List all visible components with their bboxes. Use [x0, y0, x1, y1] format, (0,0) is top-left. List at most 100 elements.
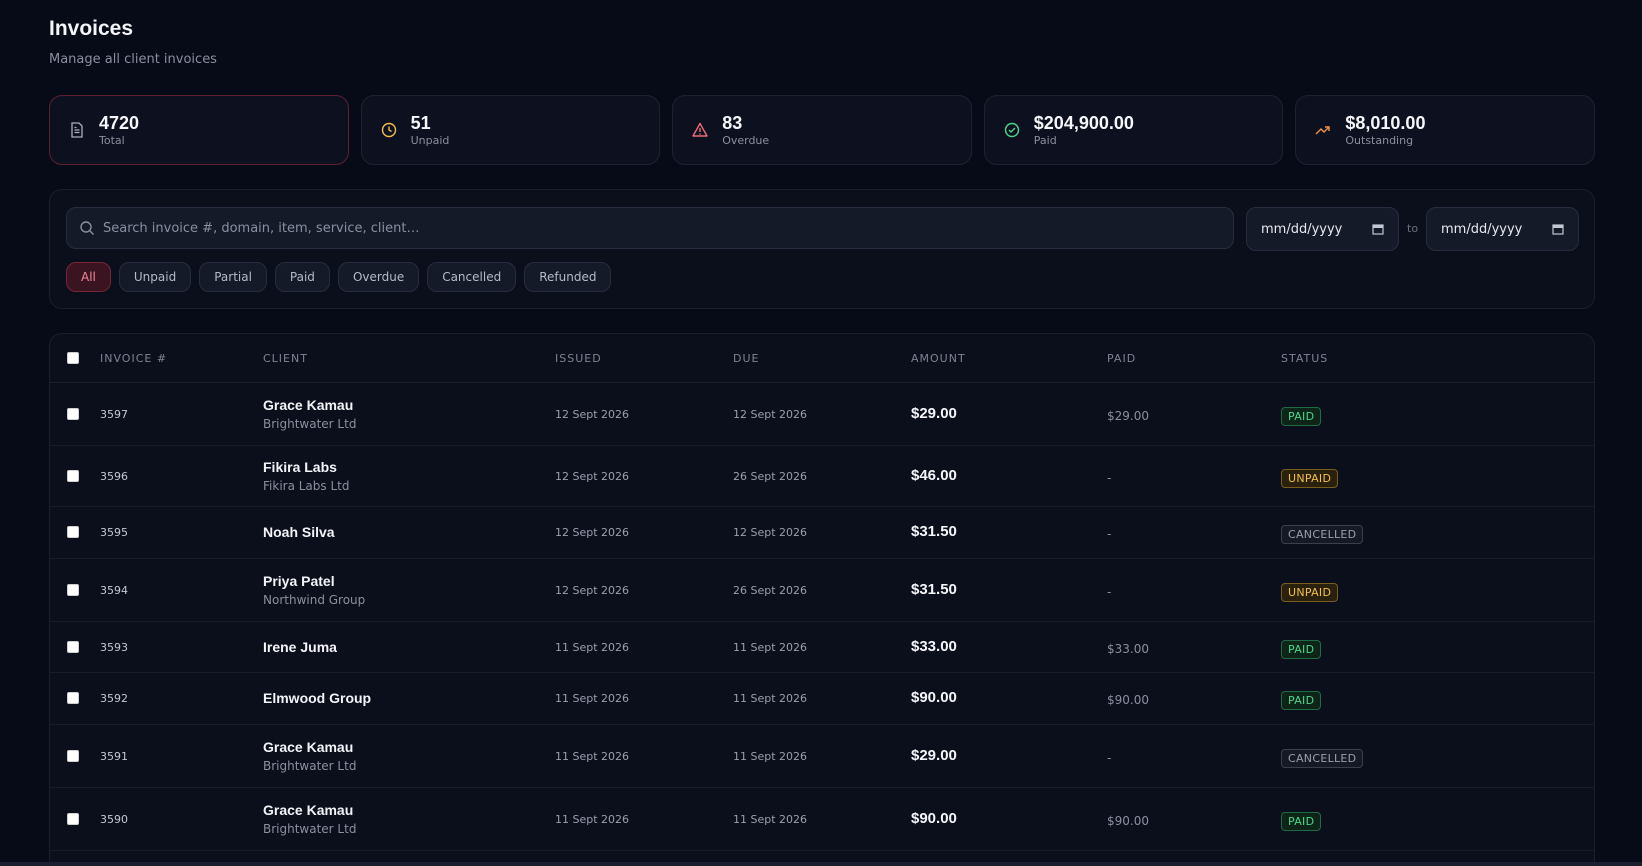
due-date: 11 Sept 2026	[733, 750, 808, 763]
invoice-number[interactable]: 3596	[100, 470, 128, 483]
table-row[interactable]: 3594 Priya Patel Northwind Group 12 Sept 20…	[50, 559, 1594, 622]
invoice-number[interactable]: 3595	[100, 526, 128, 539]
stat-value: 51	[410, 113, 431, 133]
clock-icon	[379, 120, 399, 140]
status-badge: PAID	[1281, 691, 1322, 710]
table-row[interactable]: 3596 Fikira Labs Fikira Labs Ltd 12 Sept 20…	[50, 446, 1594, 507]
issued-date: 11 Sept 2026	[555, 641, 630, 654]
stat-card-total[interactable]: 4720 Total	[49, 95, 349, 165]
row-checkbox[interactable]	[67, 584, 79, 596]
chip-cancelled[interactable]: Cancelled	[427, 262, 517, 292]
search-box[interactable]	[66, 207, 1234, 249]
chip-overdue[interactable]: Overdue	[337, 262, 420, 292]
amount: $31.50	[911, 523, 957, 540]
calendar-icon[interactable]	[1372, 223, 1384, 235]
chip-partial[interactable]: Partial	[199, 262, 267, 292]
horizontal-scrollbar[interactable]	[0, 862, 1642, 866]
chip-unpaid[interactable]: Unpaid	[118, 262, 192, 292]
client-company: Brightwater Ltd	[263, 822, 357, 836]
stat-card-outstanding[interactable]: $8,010.00 Outstanding	[1295, 95, 1595, 165]
paid-amount: -	[1107, 471, 1112, 485]
table-row[interactable]: 3590 Grace Kamau Brightwater Ltd 11 Sept 20…	[50, 788, 1594, 851]
column-header-issued[interactable]: ISSUED	[555, 352, 602, 365]
due-date: 12 Sept 2026	[733, 526, 808, 539]
status-badge-cell: CANCELLED	[1281, 747, 1364, 768]
paid-amount: $29.00	[1107, 409, 1149, 423]
stat-value: $204,900.00	[1033, 113, 1134, 133]
amount: $90.00	[911, 689, 957, 706]
column-header-amount[interactable]: AMOUNT	[911, 352, 966, 365]
issued-date: 11 Sept 2026	[555, 750, 630, 763]
status-filter-chips: All Unpaid Partial Paid Overdue Cancelle…	[66, 262, 612, 292]
status-badge-cell: PAID	[1281, 405, 1322, 426]
stat-card-paid[interactable]: $204,900.00 Paid	[983, 95, 1284, 165]
client-name[interactable]: Elmwood Group	[263, 690, 371, 706]
invoice-number[interactable]: 3592	[100, 692, 128, 705]
chip-refunded[interactable]: Refunded	[524, 262, 612, 292]
table-header: INVOICE # CLIENT ISSUED DUE AMOUNT PAID …	[50, 334, 1594, 383]
select-all-checkbox[interactable]	[67, 352, 79, 364]
table-row[interactable]: 3593 Irene Juma 11 Sept 2026 11 Sept 2026 $3…	[50, 622, 1594, 673]
column-header-invoice[interactable]: INVOICE #	[100, 352, 167, 365]
row-checkbox[interactable]	[67, 813, 79, 825]
table-row[interactable]: 3595 Noah Silva 12 Sept 2026 12 Sept 2026 $3…	[50, 507, 1594, 559]
invoice-number[interactable]: 3593	[100, 641, 128, 654]
stat-card-unpaid[interactable]: 51 Unpaid	[360, 95, 661, 165]
issued-date: 11 Sept 2026	[555, 813, 630, 826]
table-row[interactable]: 3591 Grace Kamau Brightwater Ltd 11 Sept 20…	[50, 725, 1594, 788]
amount: $29.00	[911, 747, 957, 764]
client-name[interactable]: Fikira Labs	[263, 459, 337, 475]
issued-date: 12 Sept 2026	[555, 408, 630, 421]
status-badge: CANCELLED	[1281, 525, 1364, 544]
chip-paid[interactable]: Paid	[274, 262, 330, 292]
stat-label: Total	[99, 134, 125, 147]
client-company: Brightwater Ltd	[263, 759, 357, 773]
due-date: 11 Sept 2026	[733, 692, 808, 705]
row-checkbox[interactable]	[67, 641, 79, 653]
status-badge-cell: CANCELLED	[1281, 523, 1364, 544]
status-badge-cell: PAID	[1281, 810, 1322, 831]
stat-label: Outstanding	[1345, 134, 1414, 147]
table-row[interactable]: 3597 Grace Kamau Brightwater Ltd 12 Sept 20…	[50, 383, 1594, 446]
date-to-input[interactable]: mm/dd/yyyy	[1426, 207, 1579, 251]
column-header-status[interactable]: STATUS	[1281, 352, 1328, 365]
invoice-number[interactable]: 3594	[100, 584, 128, 597]
row-checkbox[interactable]	[67, 408, 79, 420]
stat-card-overdue[interactable]: 83 Overdue	[672, 95, 972, 165]
date-to-value: mm/dd/yyyy	[1441, 221, 1523, 237]
issued-date: 12 Sept 2026	[555, 526, 630, 539]
issued-date: 12 Sept 2026	[555, 470, 630, 483]
check-circle-icon	[1002, 120, 1022, 140]
date-from-input[interactable]: mm/dd/yyyy	[1246, 207, 1399, 251]
column-header-paid[interactable]: PAID	[1107, 352, 1136, 365]
date-from-value: mm/dd/yyyy	[1261, 221, 1343, 237]
column-header-client[interactable]: CLIENT	[263, 352, 308, 365]
row-checkbox[interactable]	[67, 526, 79, 538]
invoice-number[interactable]: 3591	[100, 750, 128, 763]
due-date: 11 Sept 2026	[733, 813, 808, 826]
stat-label: Overdue	[722, 134, 770, 147]
client-name[interactable]: Grace Kamau	[263, 739, 353, 755]
row-checkbox[interactable]	[67, 692, 79, 704]
invoice-number[interactable]: 3597	[100, 408, 128, 421]
table-row[interactable]: 3592 Elmwood Group 11 Sept 2026 11 Sept 202…	[50, 673, 1594, 725]
row-checkbox[interactable]	[67, 750, 79, 762]
client-name[interactable]: Irene Juma	[263, 639, 337, 655]
invoice-number[interactable]: 3590	[100, 813, 128, 826]
client-name[interactable]: Priya Patel	[263, 573, 335, 589]
status-badge-cell: PAID	[1281, 638, 1322, 659]
calendar-icon[interactable]	[1552, 223, 1564, 235]
due-date: 26 Sept 2026	[733, 470, 808, 483]
row-checkbox[interactable]	[67, 470, 79, 482]
client-name[interactable]: Grace Kamau	[263, 802, 353, 818]
chip-all[interactable]: All	[66, 262, 111, 292]
client-name[interactable]: Noah Silva	[263, 524, 335, 540]
column-header-due[interactable]: DUE	[733, 352, 759, 365]
search-input[interactable]	[103, 220, 1203, 236]
issued-date: 12 Sept 2026	[555, 584, 630, 597]
status-badge: CANCELLED	[1281, 749, 1364, 768]
stat-label: Paid	[1033, 134, 1057, 147]
paid-amount: $33.00	[1107, 642, 1149, 656]
client-name[interactable]: Grace Kamau	[263, 397, 353, 413]
invoices-table: INVOICE # CLIENT ISSUED DUE AMOUNT PAID …	[49, 333, 1595, 866]
